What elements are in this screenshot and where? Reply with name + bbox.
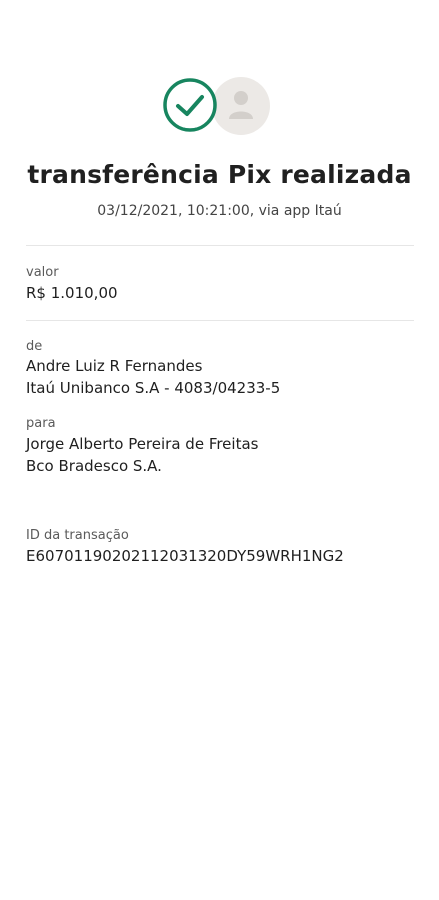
divider bbox=[26, 245, 414, 246]
de-label: de bbox=[26, 339, 43, 354]
recipient-bank: Bco Bradesco S.A. bbox=[26, 457, 162, 475]
sender-name: Andre Luiz R Fernandes bbox=[26, 357, 203, 375]
sender-bank: Itaú Unibanco S.A - 4083/04233-5 bbox=[26, 379, 281, 397]
check-circle-icon bbox=[163, 78, 217, 132]
divider bbox=[26, 320, 414, 321]
status-icons bbox=[162, 77, 272, 137]
recipient-name: Jorge Alberto Pereira de Freitas bbox=[26, 435, 259, 453]
user-icon bbox=[212, 77, 270, 135]
valor-label: valor bbox=[26, 265, 59, 280]
transaction-id: E60701190202112031320DY59WRH1NG2 bbox=[26, 547, 344, 565]
valor-amount: R$ 1.010,00 bbox=[26, 284, 118, 302]
para-label: para bbox=[26, 416, 56, 431]
transaction-id-label: ID da transação bbox=[26, 528, 129, 543]
page-title: transferência Pix realizada bbox=[27, 160, 412, 189]
transfer-datetime: 03/12/2021, 10:21:00, via app Itaú bbox=[97, 203, 342, 219]
